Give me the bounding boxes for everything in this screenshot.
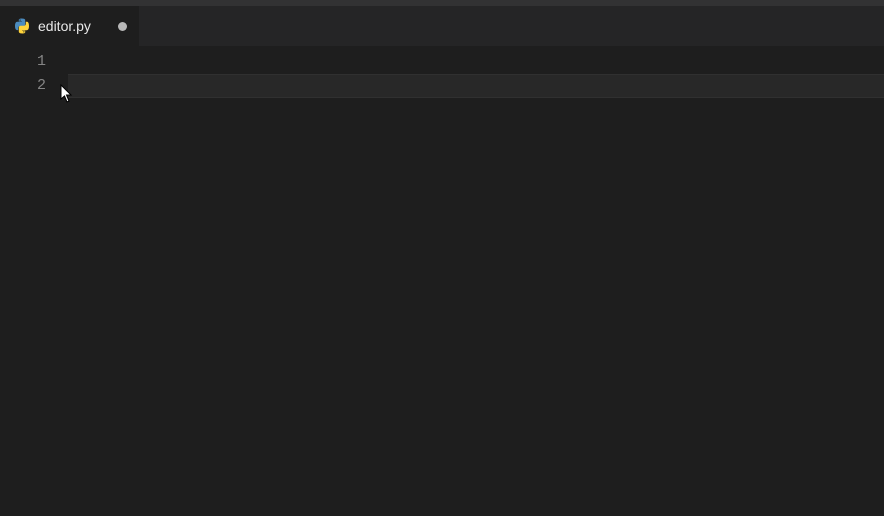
code-line-active[interactable]	[68, 74, 884, 98]
tab-editor-py[interactable]: editor.py	[0, 6, 140, 46]
line-number: 2	[0, 74, 68, 98]
code-content[interactable]	[68, 46, 884, 516]
tab-bar: editor.py	[0, 6, 884, 46]
python-icon	[14, 18, 30, 34]
tab-filename: editor.py	[38, 18, 102, 34]
modified-indicator-icon[interactable]	[118, 22, 127, 31]
code-line[interactable]	[68, 50, 884, 74]
editor-area[interactable]: 1 2	[0, 46, 884, 516]
gutter: 1 2	[0, 46, 68, 516]
line-number: 1	[0, 50, 68, 74]
